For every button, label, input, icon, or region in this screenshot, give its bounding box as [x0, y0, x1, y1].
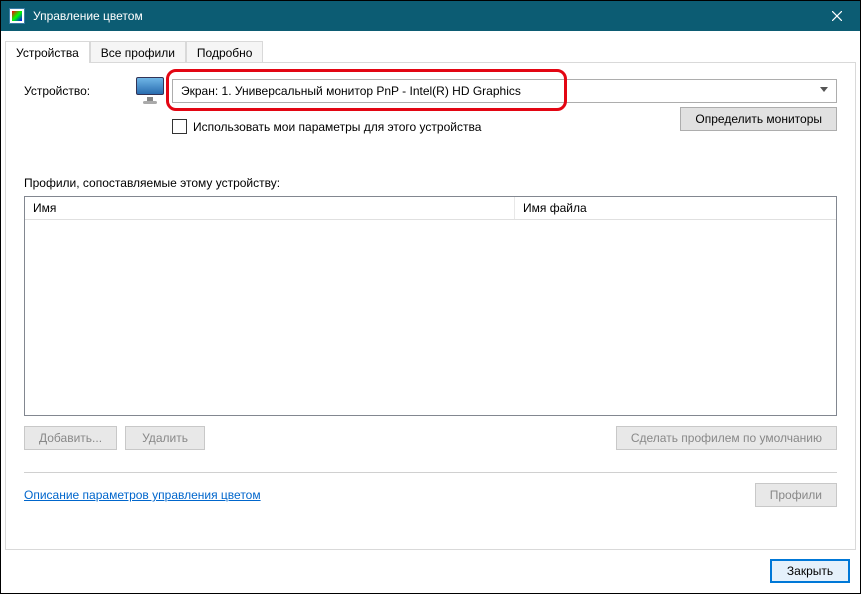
identify-monitors-button[interactable]: Определить мониторы: [680, 107, 837, 131]
device-dropdown-wrap: Экран: 1. Универсальный монитор PnP - In…: [172, 79, 837, 103]
profiles-button[interactable]: Профили: [755, 483, 837, 507]
set-default-profile-button[interactable]: Сделать профилем по умолчанию: [616, 426, 837, 450]
color-management-dialog: Управление цветом Устройства Все профили…: [0, 0, 861, 594]
window-title: Управление цветом: [33, 9, 814, 23]
use-my-settings-checkbox[interactable]: [172, 119, 187, 134]
close-button[interactable]: [814, 1, 860, 31]
add-profile-button[interactable]: Добавить...: [24, 426, 117, 450]
close-icon: [832, 11, 842, 21]
titlebar: Управление цветом: [1, 1, 860, 31]
profiles-button-row: Добавить... Удалить Сделать профилем по …: [24, 426, 837, 450]
dialog-button-row: Закрыть: [1, 551, 860, 593]
profiles-table-body: [25, 220, 836, 415]
app-icon: [9, 8, 25, 24]
profiles-table[interactable]: Имя Имя файла: [24, 196, 837, 416]
device-dropdown[interactable]: Экран: 1. Универсальный монитор PnP - In…: [172, 79, 837, 103]
chevron-down-icon: [820, 87, 830, 97]
device-row: Устройство: Экран: 1. Универсальный мони…: [24, 77, 837, 105]
monitor-icon: [134, 77, 166, 105]
device-label: Устройство:: [24, 84, 134, 98]
tab-advanced[interactable]: Подробно: [186, 41, 264, 63]
client-area: Устройства Все профили Подробно Устройст…: [1, 31, 860, 593]
column-filename[interactable]: Имя файла: [515, 197, 836, 219]
divider: [24, 472, 837, 473]
tab-devices[interactable]: Устройства: [5, 41, 90, 63]
identify-row: Определить мониторы: [680, 107, 837, 131]
tab-panel-devices: Устройство: Экран: 1. Универсальный мони…: [5, 62, 856, 550]
device-dropdown-text: Экран: 1. Универсальный монитор PnP - In…: [181, 84, 521, 98]
profiles-section-label: Профили, сопоставляемые этому устройству…: [24, 176, 837, 190]
delete-profile-button[interactable]: Удалить: [125, 426, 205, 450]
tab-strip: Устройства Все профили Подробно: [1, 35, 860, 63]
close-dialog-button[interactable]: Закрыть: [770, 559, 850, 583]
tab-all-profiles[interactable]: Все профили: [90, 41, 186, 63]
profiles-table-header: Имя Имя файла: [25, 197, 836, 220]
footer-row: Описание параметров управления цветом Пр…: [24, 483, 837, 507]
column-name[interactable]: Имя: [25, 197, 515, 219]
use-my-settings-label: Использовать мои параметры для этого уст…: [193, 120, 481, 134]
help-link[interactable]: Описание параметров управления цветом: [24, 488, 261, 502]
